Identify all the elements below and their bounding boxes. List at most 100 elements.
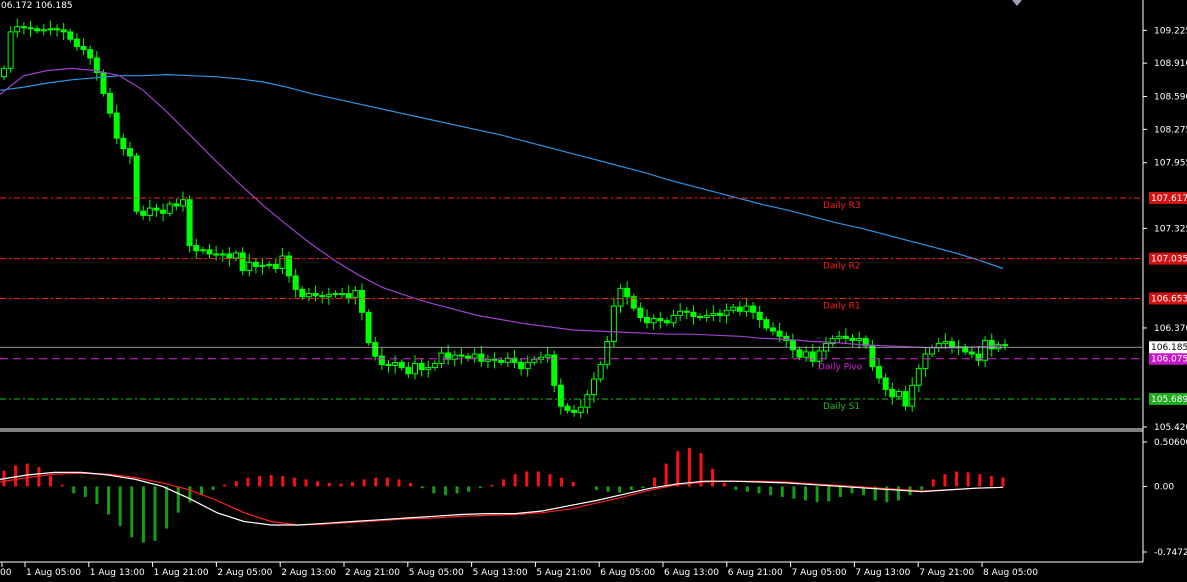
candle-body — [942, 341, 949, 345]
candle-body — [312, 293, 319, 297]
level-label-pivot: Daily Pivo — [818, 363, 863, 373]
candle-body — [378, 355, 385, 365]
trading-chart[interactable]: Daily R3 107.617 Daily R2 107.035 Daily R1 10… — [0, 0, 1187, 582]
candle-body — [100, 72, 107, 94]
candle-body — [40, 29, 47, 32]
ma-slow-line — [0, 73, 1004, 270]
candle-body — [571, 409, 578, 413]
candle-body — [372, 342, 379, 357]
candle-body — [975, 353, 982, 361]
time-tick-label: 2 Aug 05:00 — [217, 568, 272, 578]
candle-body — [14, 26, 21, 33]
time-tick-label: 00 — [0, 568, 12, 578]
candle-body — [458, 354, 465, 357]
osc-tick-label: 0.00 — [1154, 482, 1174, 492]
candle-body — [325, 294, 332, 298]
candle-body — [624, 287, 631, 298]
candle-body — [644, 317, 651, 324]
candle-body — [491, 358, 498, 361]
candle-body — [87, 49, 94, 59]
candle-body — [20, 26, 27, 29]
candle-body — [126, 148, 133, 157]
level-price-tag-text: 107.617 — [1151, 194, 1187, 204]
candle-body — [915, 368, 922, 386]
candle-body — [544, 354, 551, 358]
chart-shift-marker-icon[interactable] — [1012, 0, 1022, 6]
candle-body — [769, 327, 776, 332]
candle-body — [948, 341, 955, 348]
candle-body — [27, 27, 34, 30]
macd-signal-line — [0, 472, 1004, 526]
price-tick-label: 108.590 — [1154, 93, 1187, 103]
candle-body — [922, 353, 929, 370]
candle-body — [206, 249, 213, 255]
price-tick-label: 105.420 — [1154, 423, 1187, 433]
bid-price-tag-text: 106.185 — [1151, 343, 1187, 353]
candle-body — [968, 351, 975, 355]
price-tick-label: 107.955 — [1154, 159, 1187, 169]
candle-body — [1, 67, 7, 78]
candle-body — [531, 358, 538, 363]
candle-body — [160, 209, 167, 214]
candle-body — [60, 29, 67, 33]
candle-body — [120, 137, 127, 150]
time-tick-label: 6 Aug 13:00 — [664, 568, 719, 578]
candle-body — [1002, 344, 1008, 347]
candle-body — [332, 293, 339, 296]
candle-body — [564, 405, 571, 411]
candle-body — [299, 288, 306, 298]
time-tick-label: 7 Aug 05:00 — [792, 568, 847, 578]
candle-body — [836, 335, 843, 339]
candle-body — [518, 361, 525, 370]
candle-body — [716, 312, 723, 316]
candle-body — [756, 311, 763, 321]
price-panel[interactable] — [0, 18, 1008, 419]
level-price-tag-text: 105.689 — [1151, 395, 1187, 405]
level-price-tag-text: 106.075 — [1151, 355, 1187, 365]
candle-body — [650, 318, 657, 324]
time-tick-label: 2 Aug 13:00 — [281, 568, 336, 578]
candle-body — [319, 295, 326, 298]
level-label-r3: Daily R3 — [823, 201, 861, 211]
candle-body — [524, 361, 531, 370]
time-tick-label: 1 Aug 05:00 — [26, 568, 81, 578]
candle-body — [909, 384, 916, 407]
candle-body — [670, 314, 677, 324]
time-tick-label: 6 Aug 05:00 — [600, 568, 655, 578]
candle-body — [352, 289, 359, 299]
symbol-quote: 06.172 106.185 — [1, 1, 73, 11]
time-tick-label: 7 Aug 13:00 — [855, 568, 910, 578]
candle-body — [179, 199, 186, 207]
candle-body — [80, 45, 87, 51]
candle-body — [47, 28, 54, 31]
price-tick-label: 106.370 — [1154, 324, 1187, 334]
candle-body — [736, 306, 743, 312]
candle-body — [551, 354, 558, 386]
candle-body — [895, 391, 902, 398]
candle-body — [796, 349, 803, 358]
candle-body — [690, 311, 697, 317]
candle-body — [637, 307, 644, 319]
candle-body — [710, 312, 717, 316]
candle-body — [577, 406, 584, 413]
candle-body — [412, 362, 419, 375]
candle-body — [677, 310, 684, 316]
candle-body — [173, 203, 180, 207]
osc-tick-label: 0.50606 — [1154, 438, 1187, 448]
candle-body — [703, 314, 710, 319]
time-tick-label: 7 Aug 21:00 — [919, 568, 974, 578]
candle-body — [146, 207, 153, 216]
macd-panel[interactable] — [0, 447, 1005, 543]
candle-body — [816, 350, 823, 362]
candle-body — [683, 310, 690, 313]
time-tick-label: 5 Aug 05:00 — [409, 568, 464, 578]
candle-body — [471, 353, 478, 359]
candle-body — [842, 335, 849, 339]
candle-body — [869, 345, 876, 368]
candle-body — [252, 261, 259, 267]
candle-body — [617, 287, 624, 307]
level-price-tag-text: 106.653 — [1151, 294, 1187, 304]
candle-body — [193, 245, 200, 252]
candle-body — [418, 362, 425, 371]
candle-body — [186, 199, 193, 247]
